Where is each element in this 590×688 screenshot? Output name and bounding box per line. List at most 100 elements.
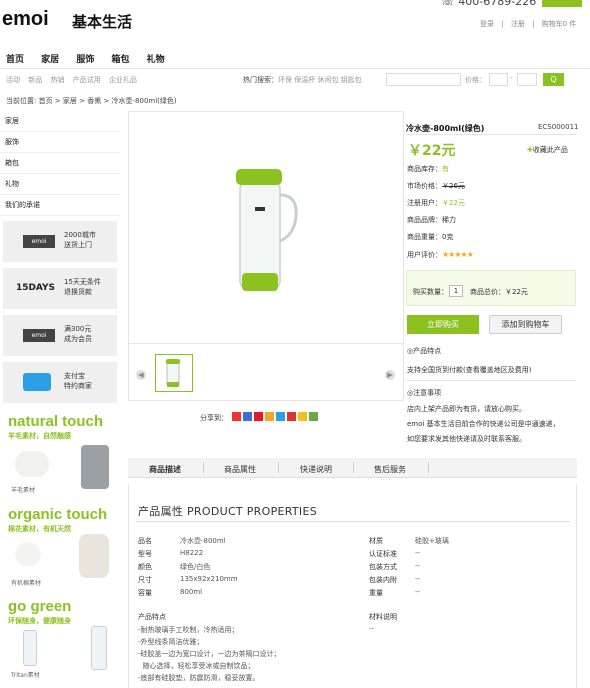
feature-title: ◎产品特点 xyxy=(407,347,442,355)
buy-now-button[interactable]: 立即购买 xyxy=(407,315,479,334)
phone-text: 400-6789-226 xyxy=(458,0,537,8)
quantity-input[interactable]: 1 xyxy=(449,285,463,297)
info-label: 注册用户： xyxy=(407,199,442,207)
thumbnail-1[interactable] xyxy=(155,354,193,392)
price-min-input[interactable] xyxy=(489,73,508,86)
next-arrow-icon[interactable]: ▶ xyxy=(385,370,395,380)
favorite-button[interactable]: ✚收藏此产品 xyxy=(527,145,568,155)
member-card-icon: emoi xyxy=(23,329,55,342)
prop-value: -- xyxy=(415,575,421,583)
nav-home-living[interactable]: 家居 xyxy=(41,55,59,65)
info-value: ￥26元 xyxy=(442,182,465,190)
subnav-new[interactable]: 新品 xyxy=(28,76,42,84)
add-to-cart-button[interactable]: 添加到购物车 xyxy=(489,315,562,334)
product-price: ￥22元 xyxy=(408,143,456,159)
prop-value: 135x92x210mm xyxy=(180,575,238,583)
info-label: 商品品牌： xyxy=(407,216,442,224)
prev-arrow-icon[interactable]: ◀ xyxy=(136,370,146,380)
tab-description[interactable]: 商品描述 xyxy=(149,464,181,475)
feature-line: -硅胶盖一边为宽口设计，一边为茶隔口设计； xyxy=(138,650,281,658)
tab-aftersales[interactable]: 售后服务 xyxy=(374,464,406,475)
sidebar-item-promise[interactable]: 我们的承诺 xyxy=(0,195,120,216)
share-icon[interactable] xyxy=(298,412,307,421)
nav-apparel[interactable]: 服饰 xyxy=(76,55,94,65)
sidebar-item-gifts[interactable]: 礼物 xyxy=(0,174,120,195)
nav-bags[interactable]: 箱包 xyxy=(111,55,129,65)
subnav-events[interactable]: 活动 xyxy=(6,76,20,84)
product-title: 冷水壶-800ml(绿色) xyxy=(406,124,485,133)
puzzle-icon xyxy=(23,373,51,391)
tab-attributes[interactable]: 商品属性 xyxy=(224,464,256,475)
promo-natural-touch[interactable]: natural touch 羊毛素材，自然触感 羊毛素材 xyxy=(3,411,117,494)
product-image[interactable] xyxy=(224,165,302,305)
nav-home[interactable]: 首页 xyxy=(6,55,24,65)
notice-line: 店内上架产品即为有货，请放心购买。 xyxy=(407,405,526,413)
promise-text: 满300元 成为会员 xyxy=(64,325,92,343)
share-icon[interactable] xyxy=(309,412,318,421)
promise-text: 15天无条件 退换货款 xyxy=(64,278,101,296)
info-value: 有 xyxy=(442,165,449,173)
prop-value: 绿色/白色 xyxy=(180,563,211,571)
promo-sub: 环保随身，健康随身 xyxy=(8,617,71,625)
logo[interactable]: emoi xyxy=(2,8,49,31)
promo-caption: Tritan素材 xyxy=(11,672,40,679)
prop-value: 冷水壶-800ml xyxy=(180,537,226,545)
feature-line: -底部有硅胶垫，防震防滑，稳妥放置。 xyxy=(138,674,260,682)
share-icon[interactable] xyxy=(254,412,263,421)
properties-title: 产品属性 PRODUCT PROPERTIES xyxy=(138,505,318,518)
bag-icon xyxy=(81,445,109,489)
subnav-hot[interactable]: 热销 xyxy=(50,76,64,84)
login-link[interactable]: 登录 xyxy=(480,20,494,28)
tab-separator xyxy=(278,462,279,473)
backpack-icon xyxy=(79,534,109,578)
search-input[interactable] xyxy=(386,73,461,86)
promise-delivery: emoi 2000城市 送货上门 xyxy=(3,221,117,262)
phone-number: ☏ 400-6789-226 xyxy=(441,0,536,8)
price-max-input[interactable] xyxy=(517,73,537,86)
share-icon[interactable] xyxy=(232,412,241,421)
promo-organic-touch[interactable]: organic touch 棉花素材，有机天然 有机棉素材 xyxy=(3,504,117,587)
share-icon[interactable] xyxy=(265,412,274,421)
tab-bar: 商品描述 商品属性 快递说明 售后服务 xyxy=(128,458,577,478)
notes-value: -- xyxy=(369,625,375,633)
hot-terms[interactable]: 环保 保温杯 休闲包 钥匙包 xyxy=(278,76,362,84)
share-icon[interactable] xyxy=(287,412,296,421)
subnav-corporate[interactable]: 企业礼品 xyxy=(109,76,137,84)
divider xyxy=(406,380,576,381)
search-button[interactable]: Q xyxy=(543,73,564,86)
info-row: 市场价格：￥26元 xyxy=(407,181,465,191)
divider: | xyxy=(501,20,504,28)
nav-gifts[interactable]: 礼物 xyxy=(147,55,165,65)
promo-go-green[interactable]: go green 环保随身，健康随身 Tritan素材 xyxy=(3,596,117,688)
divider: | xyxy=(532,20,535,28)
promise-return: 15DAYS 15天无条件 退换货款 xyxy=(3,268,117,309)
share-icons xyxy=(232,412,320,423)
favorite-label: 收藏此产品 xyxy=(532,146,568,154)
top-green-button[interactable] xyxy=(542,0,582,7)
prop-value: 800ml xyxy=(180,588,203,596)
prop-key: 重量 xyxy=(369,589,383,597)
cart-link[interactable]: 购物车0 件 xyxy=(542,20,577,28)
feature-text[interactable]: 支持全国货到付款(查看覆盖地区及费用) xyxy=(407,365,531,375)
truck-icon: emoi xyxy=(23,235,55,248)
sidebar-item-home[interactable]: 家居 xyxy=(0,111,120,132)
prop-key: 认证标准 xyxy=(369,550,397,558)
sidebar-item-bags[interactable]: 箱包 xyxy=(0,153,120,174)
info-label: 商品重量： xyxy=(407,233,442,241)
share-icon[interactable] xyxy=(276,412,285,421)
phone-icon: ☏ xyxy=(441,0,459,8)
subnav-trial[interactable]: 产品试用 xyxy=(73,76,101,84)
info-label: 商品库存： xyxy=(407,165,442,173)
prop-key: 尺寸 xyxy=(138,576,152,584)
info-value: ￥22元 xyxy=(442,199,465,207)
register-link[interactable]: 注册 xyxy=(511,20,525,28)
sidebar-item-apparel[interactable]: 服饰 xyxy=(0,132,120,153)
notice-line: 如您要求发其他快递请及时联系客服。 xyxy=(407,435,526,443)
promise-text: 支付宝 特约商家 xyxy=(64,372,92,390)
feature-line: -外型线条简洁优雅； xyxy=(138,638,204,646)
tab-shipping[interactable]: 快递说明 xyxy=(300,464,332,475)
promise-text: 2000城市 送货上门 xyxy=(64,231,96,249)
properties-divider xyxy=(136,521,570,522)
info-value: 0克 xyxy=(442,233,454,241)
share-icon[interactable] xyxy=(243,412,252,421)
